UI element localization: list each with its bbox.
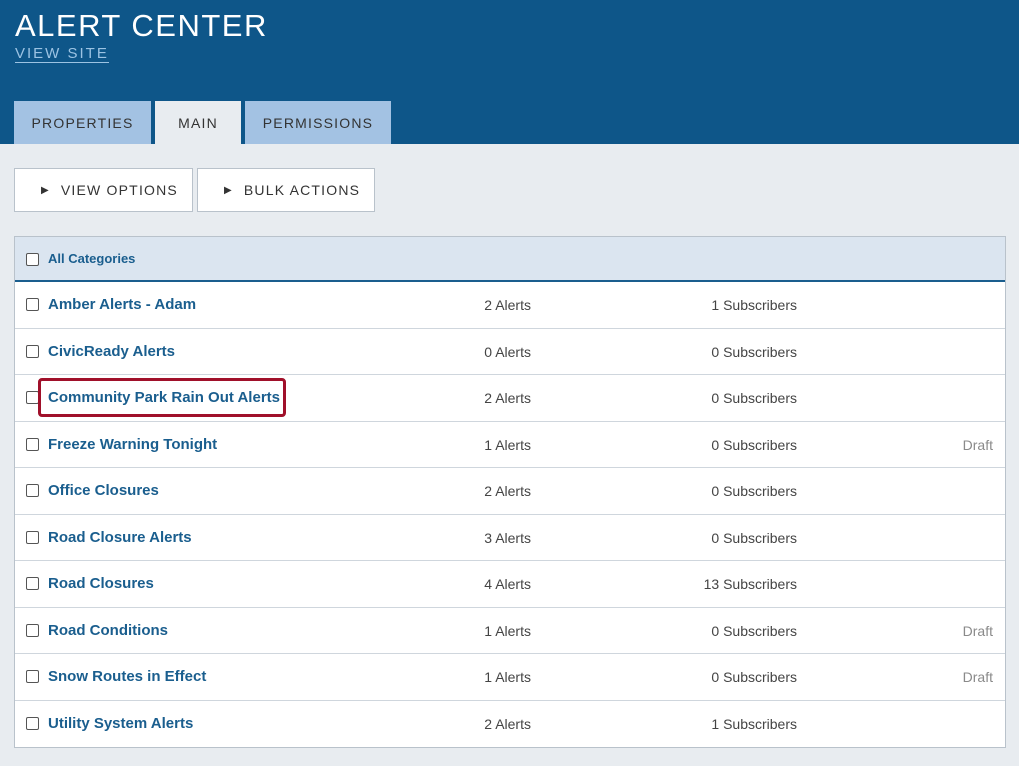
row-checkbox[interactable] bbox=[26, 624, 39, 637]
table-row: Utility System Alerts 2 Alerts 1 Subscri… bbox=[15, 701, 1005, 747]
table-row: Office Closures 2 Alerts 0 Subscribers bbox=[15, 468, 1005, 515]
table-row: CivicReady Alerts 0 Alerts 0 Subscribers bbox=[15, 329, 1005, 375]
triangle-right-icon: ▶ bbox=[224, 184, 233, 196]
category-link[interactable]: Snow Routes in Effect bbox=[48, 668, 206, 685]
categories-table: All Categories Amber Alerts - Adam 2 Ale… bbox=[14, 236, 1006, 748]
status-label: Draft bbox=[962, 669, 993, 685]
category-link[interactable]: Road Conditions bbox=[48, 622, 168, 639]
row-checkbox[interactable] bbox=[26, 438, 39, 451]
category-link[interactable]: Community Park Rain Out Alerts bbox=[48, 389, 280, 406]
bulk-actions-label: BULK ACTIONS bbox=[243, 182, 361, 198]
category-link[interactable]: Utility System Alerts bbox=[48, 715, 193, 732]
bulk-actions-button[interactable]: ▶ BULK ACTIONS bbox=[197, 168, 375, 212]
category-link[interactable]: Road Closure Alerts bbox=[48, 529, 192, 546]
category-link[interactable]: CivicReady Alerts bbox=[48, 343, 175, 360]
category-link[interactable]: Road Closures bbox=[48, 575, 154, 592]
table-header: All Categories bbox=[15, 237, 1005, 282]
table-row: Road Closures 4 Alerts 13 Subscribers bbox=[15, 561, 1005, 608]
table-row: Community Park Rain Out Alerts 2 Alerts … bbox=[15, 375, 1005, 422]
category-link[interactable]: Amber Alerts - Adam bbox=[48, 296, 196, 313]
subscribers-count: 0 Subscribers bbox=[711, 483, 797, 499]
row-checkbox[interactable] bbox=[26, 577, 39, 590]
alerts-count: 1 Alerts bbox=[484, 437, 531, 453]
table-row: Amber Alerts - Adam 2 Alerts 1 Subscribe… bbox=[15, 282, 1005, 329]
subscribers-count: 13 Subscribers bbox=[703, 576, 797, 592]
status-label: Draft bbox=[962, 437, 993, 453]
row-checkbox[interactable] bbox=[26, 345, 39, 358]
view-options-button[interactable]: ▶ VIEW OPTIONS bbox=[14, 168, 193, 212]
table-row: Road Conditions 1 Alerts 0 Subscribers D… bbox=[15, 608, 1005, 654]
triangle-right-icon: ▶ bbox=[41, 184, 50, 196]
row-checkbox[interactable] bbox=[26, 391, 39, 404]
alerts-count: 0 Alerts bbox=[484, 344, 531, 360]
subscribers-count: 0 Subscribers bbox=[711, 437, 797, 453]
tab-main[interactable]: MAIN bbox=[155, 101, 241, 144]
status-label: Draft bbox=[962, 623, 993, 639]
select-all-checkbox[interactable] bbox=[26, 253, 39, 266]
table-row: Freeze Warning Tonight 1 Alerts 0 Subscr… bbox=[15, 422, 1005, 468]
view-site-link[interactable]: VIEW SITE bbox=[15, 45, 109, 63]
subscribers-count: 0 Subscribers bbox=[711, 623, 797, 639]
row-checkbox[interactable] bbox=[26, 484, 39, 497]
row-checkbox[interactable] bbox=[26, 531, 39, 544]
subscribers-count: 1 Subscribers bbox=[711, 297, 797, 313]
alerts-count: 1 Alerts bbox=[484, 623, 531, 639]
row-checkbox[interactable] bbox=[26, 298, 39, 311]
category-link[interactable]: Office Closures bbox=[48, 482, 159, 499]
alerts-count: 2 Alerts bbox=[484, 483, 531, 499]
alerts-count: 3 Alerts bbox=[484, 530, 531, 546]
table-row: Snow Routes in Effect 1 Alerts 0 Subscri… bbox=[15, 654, 1005, 701]
category-link[interactable]: Freeze Warning Tonight bbox=[48, 436, 217, 453]
row-checkbox[interactable] bbox=[26, 670, 39, 683]
alerts-count: 4 Alerts bbox=[484, 576, 531, 592]
alerts-count: 1 Alerts bbox=[484, 669, 531, 685]
view-options-label: VIEW OPTIONS bbox=[60, 182, 178, 198]
subscribers-count: 1 Subscribers bbox=[711, 716, 797, 732]
table-row: Road Closure Alerts 3 Alerts 0 Subscribe… bbox=[15, 515, 1005, 561]
alerts-count: 2 Alerts bbox=[484, 716, 531, 732]
alerts-count: 2 Alerts bbox=[484, 390, 531, 406]
subscribers-count: 0 Subscribers bbox=[711, 669, 797, 685]
page-title: ALERT CENTER bbox=[15, 8, 268, 43]
all-categories-label[interactable]: All Categories bbox=[48, 251, 135, 266]
header-bar: ALERT CENTER VIEW SITE PROPERTIES MAIN P… bbox=[0, 0, 1019, 144]
subscribers-count: 0 Subscribers bbox=[711, 530, 797, 546]
row-checkbox[interactable] bbox=[26, 717, 39, 730]
subscribers-count: 0 Subscribers bbox=[711, 390, 797, 406]
alerts-count: 2 Alerts bbox=[484, 297, 531, 313]
tab-properties[interactable]: PROPERTIES bbox=[14, 101, 151, 144]
tab-permissions[interactable]: PERMISSIONS bbox=[245, 101, 391, 144]
subscribers-count: 0 Subscribers bbox=[711, 344, 797, 360]
